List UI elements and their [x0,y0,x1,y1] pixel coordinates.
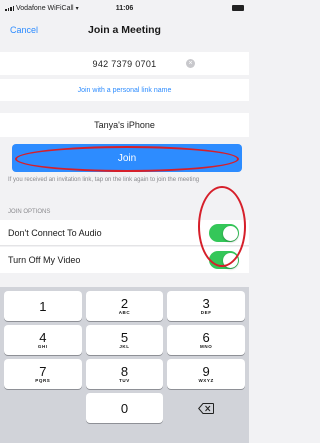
key-letters: GHI [37,343,48,349]
key-digit: 2 [120,295,129,311]
meeting-id-value: 942 7379 0701 [92,58,157,69]
battery-icon [232,5,244,11]
key-digit: 9 [202,363,210,379]
key-digit: 0 [120,400,129,416]
status-time: 11:06 [115,4,134,12]
join-button[interactable]: Join [12,144,242,172]
backspace-icon [198,402,215,414]
toggle-knob [222,252,238,268]
numeric-keypad: 1 2 ABC 3 DEF 4 GHI 5 JKL 6 MNO 7 PQRS 8… [0,287,249,443]
empty-key [4,393,82,423]
key-letters: DEF [200,309,212,315]
option-row-video: Turn Off My Video [0,247,249,273]
page-title: Join a Meeting [88,24,161,36]
key-digit: 7 [39,363,47,379]
option-label-audio: Don't Connect To Audio [8,227,102,238]
key-digit: 3 [202,295,210,311]
key-8[interactable]: 8 TUV [85,359,164,389]
key-2[interactable]: 2 ABC [85,291,164,321]
meeting-id-field[interactable]: 942 7379 0701 × [0,52,249,75]
display-name-field[interactable]: Tanya's iPhone [0,113,249,137]
key-1[interactable]: 1 [4,291,82,321]
status-bar: Vodafone WiFiCall ▾ 11:06 [0,0,249,16]
key-letters: PQRS [35,377,51,383]
key-4[interactable]: 4 GHI [4,325,82,355]
key-7[interactable]: 7 PQRS [4,359,82,389]
key-letters: JKL [119,343,130,349]
option-row-audio: Don't Connect To Audio [0,220,249,246]
key-digit: 1 [39,298,47,314]
video-toggle[interactable] [209,251,239,269]
personal-link-name-link[interactable]: Join with a personal link name [78,87,172,94]
key-digit: 8 [120,363,129,379]
key-5[interactable]: 5 JKL [85,325,164,355]
key-letters: ABC [118,309,131,315]
cancel-button[interactable]: Cancel [10,25,38,35]
key-3[interactable]: 3 DEF [167,291,245,321]
key-digit: 5 [120,329,129,345]
toggle-knob [222,225,238,241]
display-name-value: Tanya's iPhone [94,120,155,130]
hint-text: If you received an invitation link, tap … [8,177,200,183]
audio-toggle[interactable] [209,224,239,242]
key-0[interactable]: 0 [85,393,164,423]
personal-link-row: Join with a personal link name [0,79,249,101]
key-9[interactable]: 9 WXYZ [167,359,245,389]
key-digit: 4 [39,329,47,345]
key-digit: 6 [202,329,210,345]
key-letters: WXYZ [198,377,214,383]
clear-icon[interactable]: × [186,59,195,68]
join-options-header: JOIN OPTIONS [8,209,51,215]
delete-key[interactable] [167,393,245,423]
key-6[interactable]: 6 MNO [167,325,245,355]
key-letters: TUV [119,377,130,383]
option-label-video: Turn Off My Video [8,255,81,265]
key-letters: MNO [200,343,213,349]
nav-bar: Cancel Join a Meeting [0,16,249,44]
